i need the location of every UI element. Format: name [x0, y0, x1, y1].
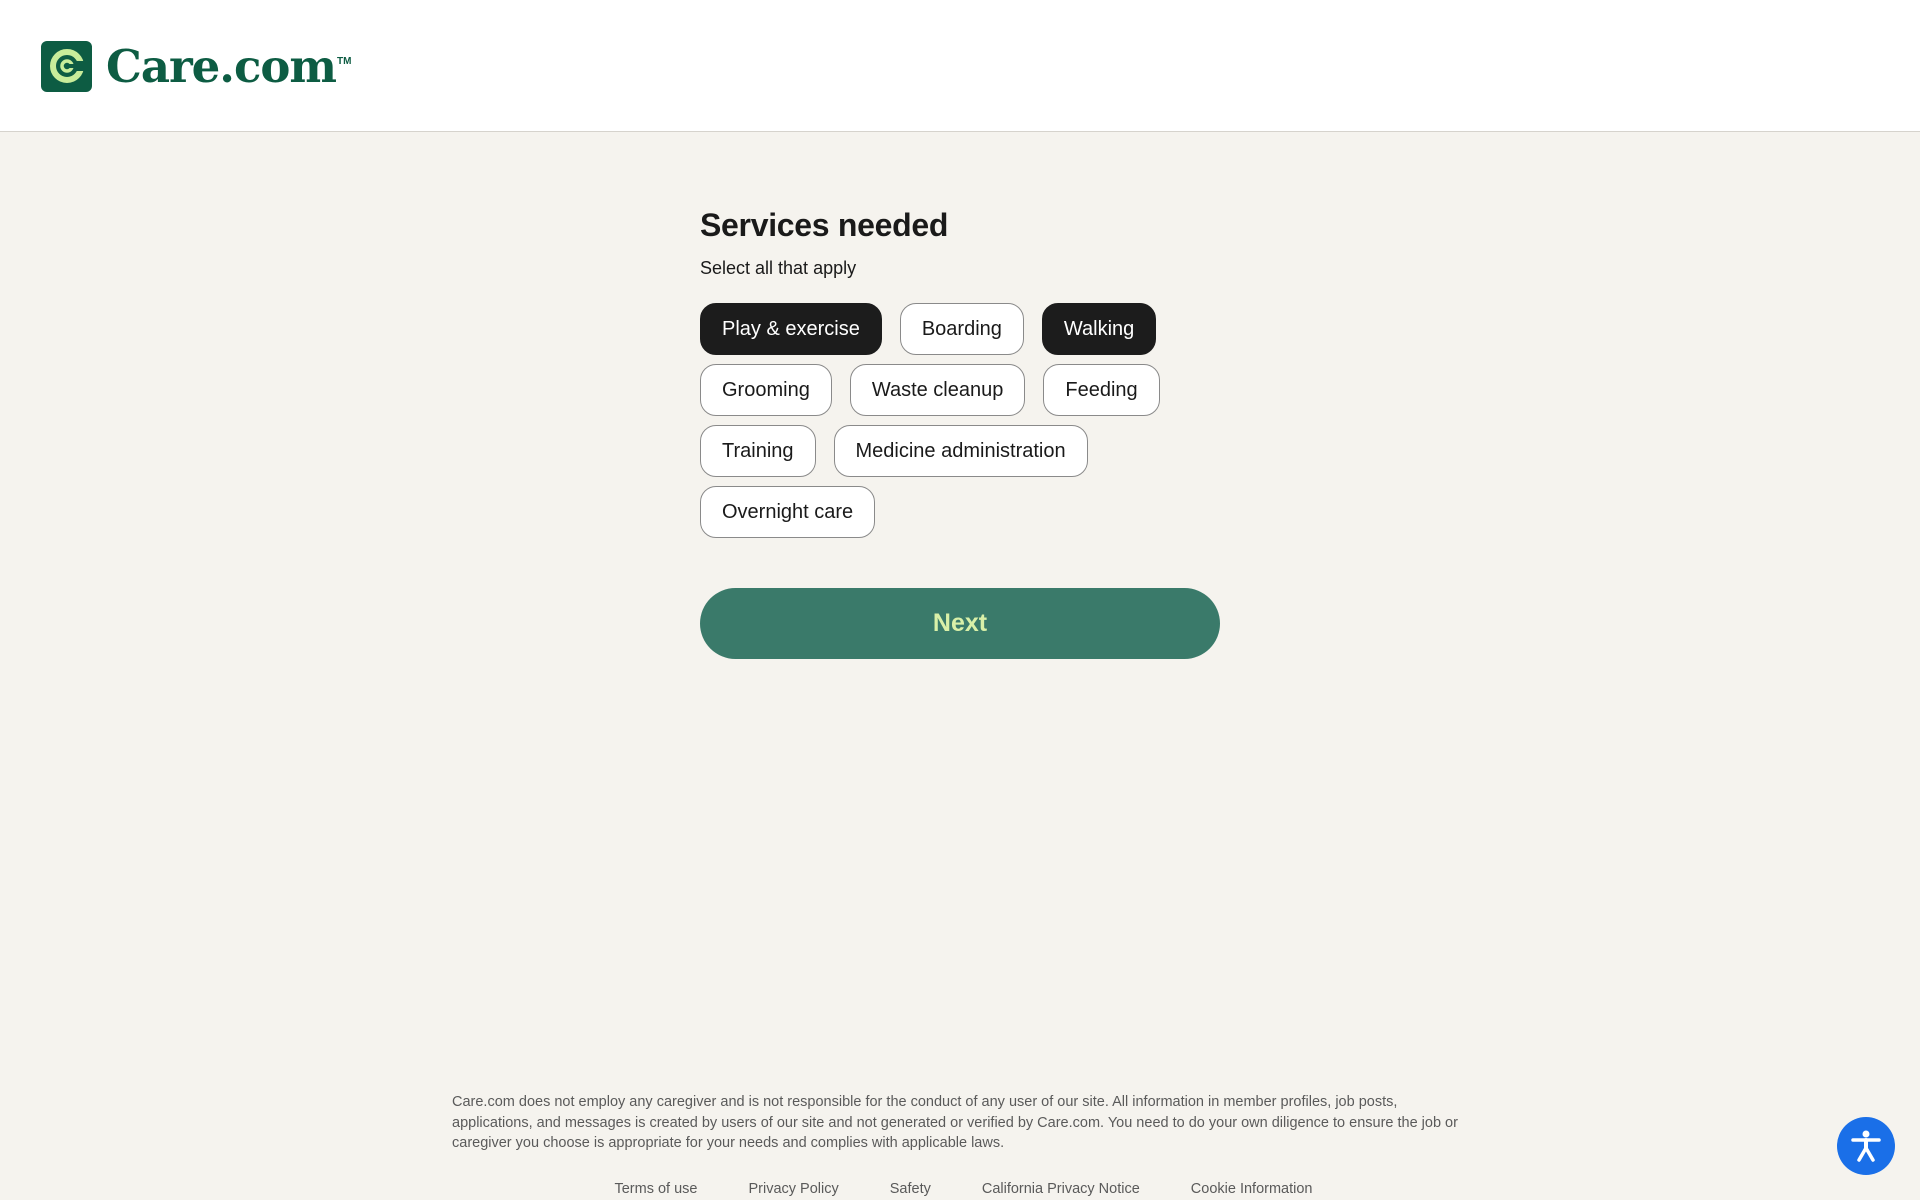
- care-logo[interactable]: Care.com TM: [41, 40, 351, 92]
- page-title: Services needed: [700, 207, 949, 243]
- service-chip-medicine-administration[interactable]: Medicine administration: [833, 425, 1088, 477]
- brand-name: Care.com: [106, 39, 337, 93]
- footer-link-cookie-information[interactable]: Cookie Information: [1191, 1181, 1313, 1197]
- trademark-symbol: TM: [337, 56, 352, 67]
- services-form: Services needed Select all that apply Pl…: [700, 200, 1220, 659]
- care-logo-icon: [41, 40, 92, 92]
- service-chip-feeding[interactable]: Feeding: [1043, 364, 1160, 416]
- service-chip-waste-cleanup[interactable]: Waste cleanup: [849, 364, 1026, 416]
- site-header: Care.com TM: [0, 0, 1920, 132]
- footer-links: Terms of use Privacy Policy Safety Californ…: [0, 1181, 1920, 1197]
- next-button[interactable]: Next: [700, 588, 1220, 659]
- service-chip-walking[interactable]: Walking: [1041, 303, 1157, 355]
- accessibility-icon: [1851, 1130, 1881, 1162]
- footer-link-terms-of-use[interactable]: Terms of use: [614, 1181, 697, 1197]
- service-chip-grooming[interactable]: Grooming: [700, 364, 832, 416]
- service-chip-play-exercise[interactable]: Play & exercise: [700, 303, 882, 355]
- footer-link-privacy-policy[interactable]: Privacy Policy: [748, 1181, 838, 1197]
- footer-link-safety[interactable]: Safety: [890, 1181, 931, 1197]
- service-chip-training[interactable]: Training: [700, 425, 816, 477]
- service-chip-boarding[interactable]: Boarding: [899, 303, 1024, 355]
- accessibility-button[interactable]: [1837, 1117, 1895, 1175]
- service-options: Play & exercise Boarding Walking Grooming Wa…: [700, 303, 1200, 538]
- legal-disclaimer: Care.com does not employ any caregiver a…: [452, 1094, 1458, 1151]
- service-chip-overnight-care[interactable]: Overnight care: [700, 486, 876, 538]
- page-subtitle: Select all that apply: [700, 258, 857, 278]
- footer-link-california-privacy-notice[interactable]: California Privacy Notice: [982, 1181, 1140, 1197]
